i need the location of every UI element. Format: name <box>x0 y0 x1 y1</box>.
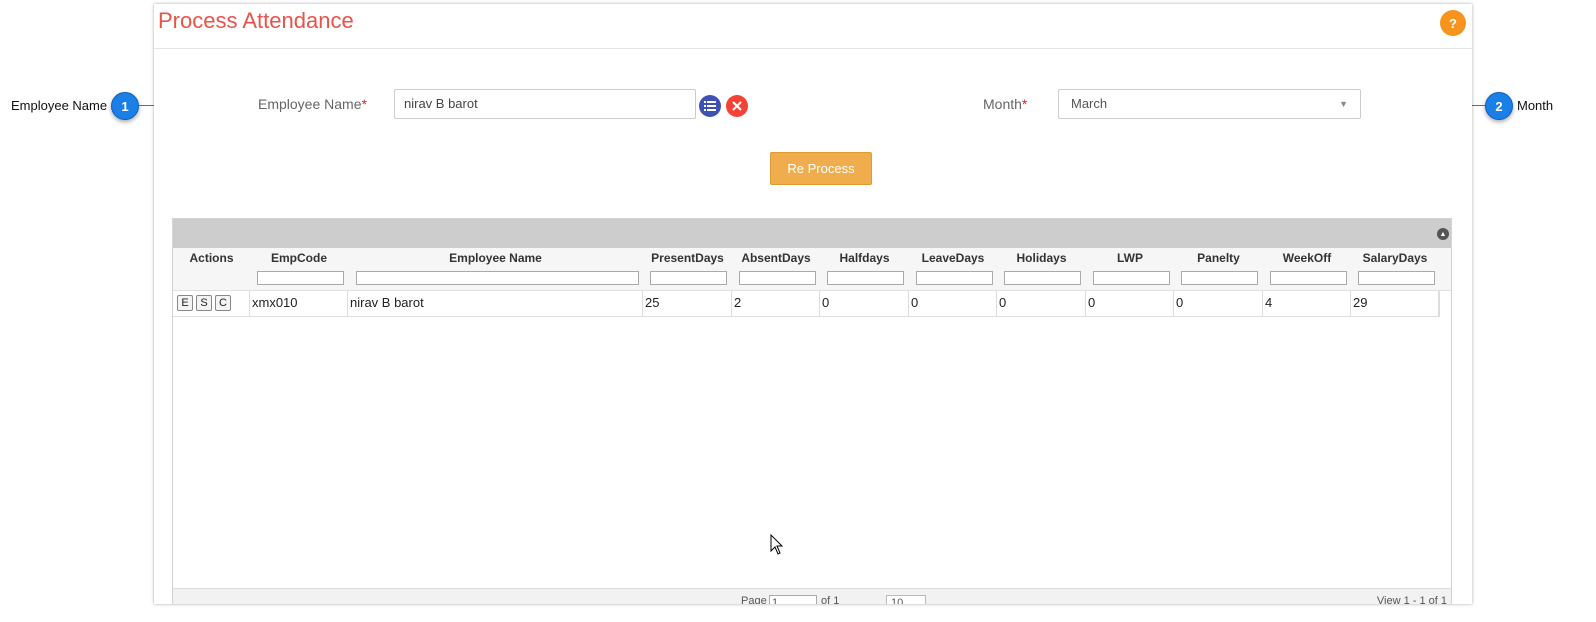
cell-holidays: 0 <box>997 291 1086 316</box>
column-header-leavedays[interactable]: LeaveDays <box>909 251 997 265</box>
filter-input-absentdays[interactable] <box>739 271 816 285</box>
column-header-panelty[interactable]: Panelty <box>1174 251 1263 265</box>
column-header-employee-name[interactable]: Employee Name <box>348 251 643 265</box>
filter-input-empcode[interactable] <box>257 271 344 285</box>
callout-label-month: Month <box>1517 98 1554 113</box>
employee-lookup-button[interactable] <box>699 95 721 117</box>
callout-badge-2: 2 <box>1485 92 1513 120</box>
rows-per-page-select[interactable]: 10 <box>886 595 926 604</box>
employee-name-input[interactable]: nirav B barot <box>394 89 696 119</box>
cell-empcode: xmx010 <box>250 291 348 316</box>
cell-actions: E S C <box>173 291 250 316</box>
page-title: Process Attendance <box>158 8 354 33</box>
month-label: Month* <box>983 96 1027 112</box>
pager-label-page: Page <box>741 595 767 604</box>
cell-panelty: 0 <box>1174 291 1263 316</box>
callout-badge-1: 1 <box>111 92 139 120</box>
process-attendance-panel: Process Attendance ? Employee Name* nira… <box>154 4 1472 604</box>
collapse-icon[interactable]: ▲ <box>1437 228 1449 240</box>
employee-name-label: Employee Name* <box>258 96 367 112</box>
column-header-empcode[interactable]: EmpCode <box>250 251 348 265</box>
month-selected-value: March <box>1071 96 1108 111</box>
column-header-actions[interactable]: Actions <box>173 251 250 265</box>
cell-salarydays: 29 <box>1351 291 1439 316</box>
cancel-button[interactable]: C <box>215 295 231 311</box>
grid-header: Actions EmpCode Employee Name PresentDay… <box>173 248 1451 291</box>
edit-button[interactable]: E <box>177 295 193 311</box>
chevron-down-icon: ▼ <box>1339 99 1348 109</box>
cell-weekoff: 4 <box>1263 291 1351 316</box>
close-icon <box>732 101 742 111</box>
month-select[interactable]: March ▼ <box>1058 89 1361 119</box>
pager-view-text: View 1 - 1 of 1 <box>1376 595 1447 604</box>
column-header-lwp[interactable]: LWP <box>1086 251 1174 265</box>
cell-halfdays: 0 <box>820 291 909 316</box>
rows-per-page-value: 10 <box>891 597 904 604</box>
column-header-presentdays[interactable]: PresentDays <box>643 251 732 265</box>
table-row[interactable]: E S C xmx010 nirav B barot 25 2 0 0 0 0 … <box>173 291 1440 317</box>
filter-input-halfdays[interactable] <box>827 271 904 285</box>
column-header-weekoff[interactable]: WeekOff <box>1263 251 1351 265</box>
attendance-grid: ▲ Actions EmpCode Employee Name PresentD… <box>172 218 1452 604</box>
reprocess-button[interactable]: Re Process <box>770 152 872 185</box>
list-icon <box>704 101 716 111</box>
cursor-icon <box>770 534 784 555</box>
cell-absentdays: 2 <box>732 291 820 316</box>
employee-clear-button[interactable] <box>726 95 748 117</box>
cell-lwp: 0 <box>1086 291 1174 316</box>
save-button[interactable]: S <box>196 295 212 311</box>
cell-leavedays: 0 <box>909 291 997 316</box>
column-header-holidays[interactable]: Holidays <box>997 251 1086 265</box>
employee-name-label-text: Employee Name <box>258 96 362 112</box>
month-label-text: Month <box>983 96 1022 112</box>
column-header-absentdays[interactable]: AbsentDays <box>732 251 820 265</box>
filter-input-salarydays[interactable] <box>1358 271 1435 285</box>
help-button[interactable]: ? <box>1440 10 1466 36</box>
filter-input-holidays[interactable] <box>1004 271 1081 285</box>
filter-input-panelty[interactable] <box>1181 271 1258 285</box>
grid-pager: Page 1 of 1 10 View 1 - 1 of 1 <box>173 588 1451 604</box>
filter-input-leavedays[interactable] <box>916 271 993 285</box>
pager-label-of: of 1 <box>821 595 840 604</box>
title-divider <box>154 48 1472 49</box>
column-header-halfdays[interactable]: Halfdays <box>820 251 909 265</box>
cell-employee-name: nirav B barot <box>348 291 643 316</box>
filter-input-weekoff[interactable] <box>1270 271 1347 285</box>
filter-input-employee-name[interactable] <box>356 271 639 285</box>
callout-label-employee-name: Employee Name <box>11 98 108 113</box>
filter-input-presentdays[interactable] <box>650 271 727 285</box>
filter-input-lwp[interactable] <box>1093 271 1170 285</box>
grid-caption-bar: ▲ <box>173 219 1451 248</box>
column-header-salarydays[interactable]: SalaryDays <box>1351 251 1439 265</box>
page-number-input[interactable]: 1 <box>769 595 817 604</box>
required-marker: * <box>361 96 367 112</box>
required-marker: * <box>1021 96 1028 112</box>
cell-presentdays: 25 <box>643 291 732 316</box>
